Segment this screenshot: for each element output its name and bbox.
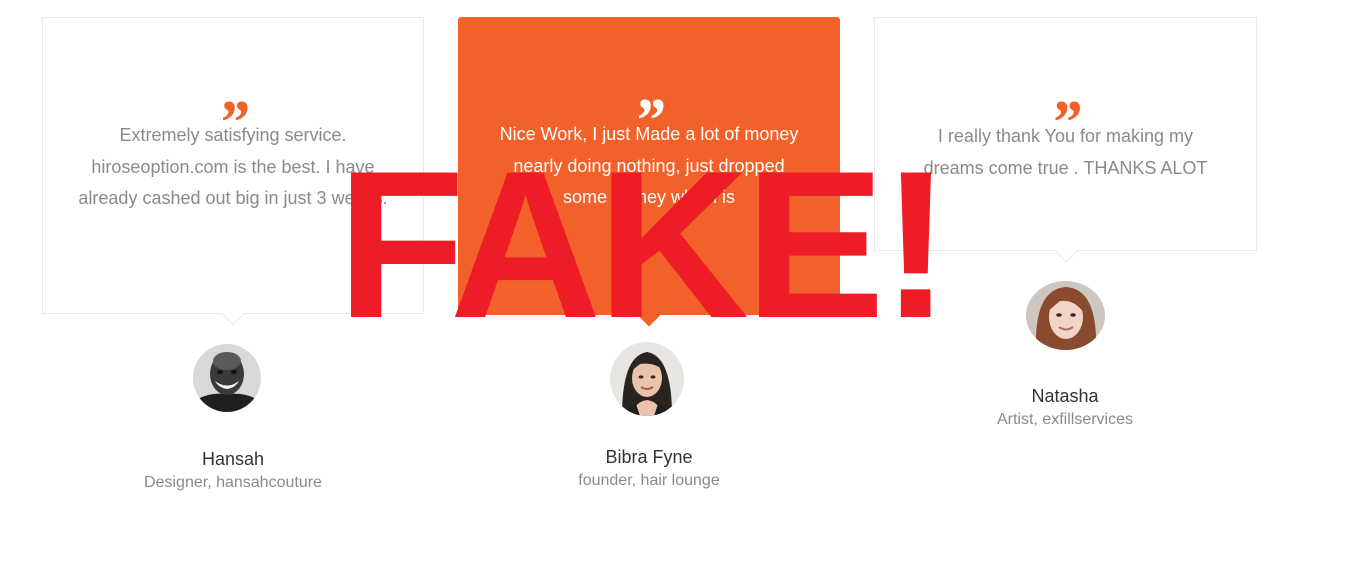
- avatar-red-haired-woman-icon: [1026, 281, 1105, 350]
- avatar-dark-haired-woman-icon: [610, 342, 684, 416]
- testimonial-card-natasha: ” I really thank You for making my dream…: [874, 17, 1257, 263]
- testimonial-quote: Extremely satisfying service. hiroseopti…: [78, 125, 388, 208]
- testimonial-card-bibra-fyne: ” Nice Work, I just Made a lot of money …: [458, 17, 840, 327]
- card-pointer: [637, 303, 661, 327]
- avatar-bald-man-icon: [193, 344, 261, 412]
- person-role-natasha: Artist, exfillservices: [996, 411, 1134, 428]
- card-pointer: [221, 302, 245, 326]
- person-name-hansah: Hansah: [201, 449, 265, 469]
- avatar-bibra-fyne: [610, 342, 684, 416]
- testimonial-quote: Nice Work, I just Made a lot of money ne…: [499, 124, 799, 207]
- avatar-hansah: [193, 344, 261, 412]
- card-pointer: [1054, 239, 1077, 263]
- avatar-natasha: [1026, 281, 1105, 350]
- person-name-natasha: Natasha: [1031, 386, 1099, 406]
- testimonial-quote: I really thank You for making my dreams …: [923, 126, 1208, 178]
- person-role-hansah: Designer, hansahcouture: [144, 474, 322, 491]
- testimonial-card-hansah: ” Extremely satisfying service. hiroseop…: [42, 17, 424, 326]
- person-name-bibra-fyne: Bibra Fyne: [605, 447, 693, 467]
- person-role-bibra-fyne: founder, hair lounge: [578, 472, 720, 489]
